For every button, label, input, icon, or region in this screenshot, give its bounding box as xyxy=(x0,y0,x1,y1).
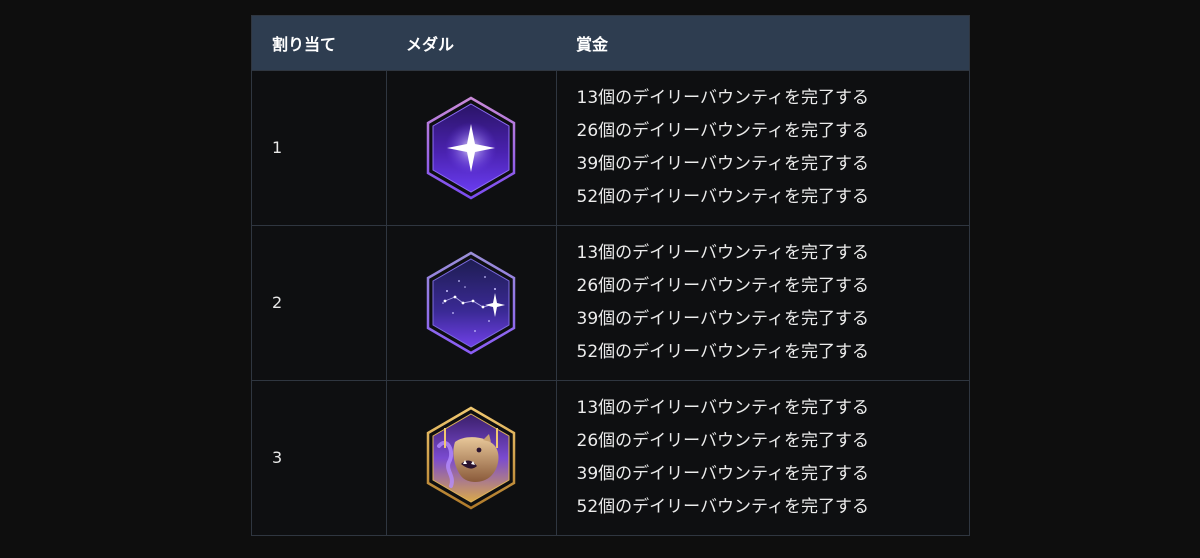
medal-cell xyxy=(386,70,557,225)
header-assignment: 割り当て xyxy=(272,34,337,54)
assignment-cell: 2 xyxy=(252,225,387,380)
assignment-cell: 3 xyxy=(252,380,387,535)
table-header: 割り当て メダル 賞金 xyxy=(252,16,969,70)
reward-item: 13個のデイリーバウンティを完了する xyxy=(576,242,869,263)
medal-cell xyxy=(386,380,557,535)
reward-item: 39個のデイリーバウンティを完了する xyxy=(576,308,869,329)
reward-item: 26個のデイリーバウンティを完了する xyxy=(576,430,869,451)
header-medal: メダル xyxy=(406,34,455,54)
medal-cell xyxy=(386,225,557,380)
reward-item: 13個のデイリーバウンティを完了する xyxy=(576,87,869,108)
header-row: 割り当て メダル 賞金 xyxy=(252,16,969,70)
table-row: 1 13個のデイリーバウンティを完了する 26個のデイリーバウンティを完了する … xyxy=(252,70,969,225)
table-row: 2 13個のデイリーバウンティを完了する 26個のデイリーバウンティを完了する … xyxy=(252,225,969,380)
reward-cell: 13個のデイリーバウンティを完了する 26個のデイリーバウンティを完了する 39… xyxy=(556,70,969,225)
medal-table: 割り当て メダル 賞金 1 13個のデイリーバウンティを完了する 26個のデイリ… xyxy=(251,15,970,536)
hexagon-bear-medal-icon xyxy=(426,406,516,510)
assignment-cell: 1 xyxy=(252,70,387,225)
hexagon-sparkle-medal-icon xyxy=(426,96,516,199)
reward-item: 13個のデイリーバウンティを完了する xyxy=(576,397,869,418)
reward-cell: 13個のデイリーバウンティを完了する 26個のデイリーバウンティを完了する 39… xyxy=(556,225,969,380)
reward-item: 52個のデイリーバウンティを完了する xyxy=(576,186,869,207)
reward-item: 52個のデイリーバウンティを完了する xyxy=(576,496,869,517)
reward-item: 52個のデイリーバウンティを完了する xyxy=(576,341,869,362)
reward-cell: 13個のデイリーバウンティを完了する 26個のデイリーバウンティを完了する 39… xyxy=(556,380,969,535)
reward-item: 39個のデイリーバウンティを完了する xyxy=(576,463,869,484)
reward-item: 39個のデイリーバウンティを完了する xyxy=(576,153,869,174)
medal-rewards-table: 割り当て メダル 賞金 1 13個のデイリーバウンティを完了する 26個のデイリ… xyxy=(252,16,969,535)
hexagon-constellation-medal-icon xyxy=(426,251,516,354)
reward-item: 26個のデイリーバウンティを完了する xyxy=(576,275,869,296)
table-row: 3 13個のデイリーバウンティを完了する 26個のデイリーバウンティを完了する … xyxy=(252,380,969,535)
header-reward: 賞金 xyxy=(576,34,609,54)
reward-item: 26個のデイリーバウンティを完了する xyxy=(576,120,869,141)
